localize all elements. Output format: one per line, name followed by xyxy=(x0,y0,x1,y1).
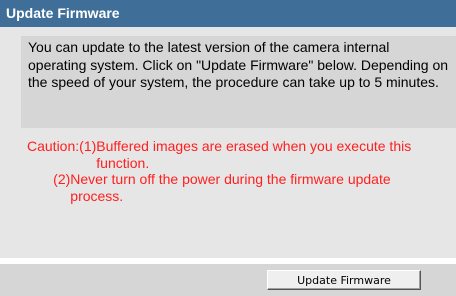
caution-item-text: Buffered images are erased when you exec… xyxy=(96,138,412,171)
caution-item-text: Never turn off the power during the firm… xyxy=(70,171,391,204)
caution-notice: Caution: (1) Buffered images are erased … xyxy=(27,138,447,204)
caution-item-number: (2) xyxy=(53,171,71,187)
caution-item: (1) Buffered images are erased when you … xyxy=(79,138,447,171)
info-box: You can update to the latest version of … xyxy=(21,36,456,128)
caution-item: (2) Never turn off the power during the … xyxy=(53,171,447,204)
content-panel: You can update to the latest version of … xyxy=(0,27,456,258)
page-title: Update Firmware xyxy=(0,0,456,27)
button-bar: Update Firmware xyxy=(0,264,456,296)
update-firmware-button[interactable]: Update Firmware xyxy=(267,270,421,290)
caution-item-number: (1) xyxy=(79,138,97,154)
info-text: You can update to the latest version of … xyxy=(28,39,449,90)
